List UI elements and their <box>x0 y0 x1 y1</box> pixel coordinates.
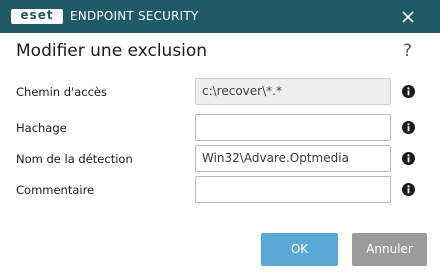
logo-text: eset <box>20 8 54 22</box>
close-icon[interactable] <box>400 9 416 25</box>
path-label: Chemin d'accès <box>16 85 107 99</box>
info-icon[interactable] <box>402 183 415 196</box>
detection-name-label: Nom de la détection <box>16 152 133 166</box>
detection-name-field[interactable]: Win32\Advare.Optmedia <box>195 145 391 172</box>
eset-logo: eset <box>11 8 63 24</box>
info-icon[interactable] <box>402 152 415 165</box>
help-icon[interactable]: ? <box>403 41 412 61</box>
title-bar: eset ENDPOINT SECURITY <box>0 0 440 33</box>
detection-name-value: Win32\Advare.Optmedia <box>202 151 349 165</box>
hash-field[interactable] <box>195 114 391 141</box>
hash-label: Hachage <box>16 121 67 135</box>
path-value: c:\recover\*.* <box>202 84 282 98</box>
ok-button[interactable]: OK <box>261 233 338 266</box>
cancel-button[interactable]: Annuler <box>352 233 427 266</box>
comment-label: Commentaire <box>16 183 95 197</box>
info-icon[interactable] <box>402 121 415 134</box>
info-icon[interactable] <box>402 85 415 98</box>
comment-field[interactable] <box>195 176 391 203</box>
path-field[interactable]: c:\recover\*.* ... <box>195 78 391 105</box>
product-name: ENDPOINT SECURITY <box>70 9 199 23</box>
dialog-title: Modifier une exclusion <box>16 41 208 61</box>
